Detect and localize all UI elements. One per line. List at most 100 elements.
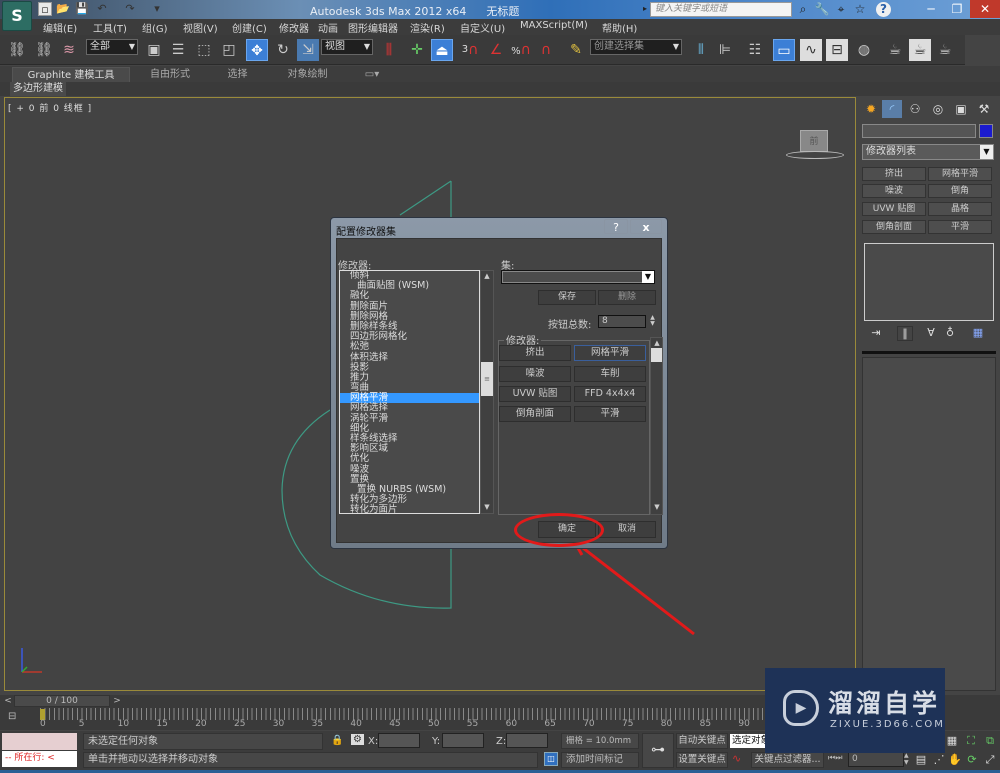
save-icon[interactable]: 💾 xyxy=(75,2,89,16)
object-name-input[interactable] xyxy=(862,124,976,138)
set-key-icon[interactable]: ⊶ xyxy=(642,733,674,768)
save-set-button[interactable]: 保存 xyxy=(538,290,596,305)
cp-uvw-map-button[interactable]: UVW 贴图 xyxy=(862,202,926,216)
current-frame-spinner[interactable]: ▲ ▼ xyxy=(904,752,912,767)
spinner-snap-icon[interactable]: ∩ xyxy=(535,39,557,61)
menu-rendering[interactable]: 渲染(R) xyxy=(410,20,445,35)
z-coordinate-input[interactable] xyxy=(506,733,548,748)
zoom-all-icon[interactable]: ▦ xyxy=(945,734,959,748)
percent-snap-icon[interactable]: %∩ xyxy=(510,39,532,61)
dialog-close-button[interactable]: x xyxy=(630,219,662,234)
sets-combobox[interactable]: ▼ xyxy=(501,270,655,284)
tab-freeform[interactable]: 自由形式 xyxy=(140,67,200,83)
make-unique-icon[interactable]: ∀ xyxy=(923,326,939,339)
help-icon[interactable]: ? xyxy=(876,2,891,17)
add-time-tag-button[interactable]: 添加时间标记 xyxy=(561,752,639,768)
mod-lathe-button[interactable]: 车削 xyxy=(574,366,646,382)
search-input[interactable]: 键入关键字或短语 xyxy=(650,2,792,17)
undo-icon[interactable]: ↶ xyxy=(95,2,109,16)
select-object-icon[interactable]: ▣ xyxy=(143,39,165,61)
utilities-tab-icon[interactable]: ⚒ xyxy=(974,100,994,118)
select-by-name-icon[interactable]: ☰ xyxy=(167,39,189,61)
modifier-stack[interactable] xyxy=(864,243,994,321)
minimize-button[interactable]: ─ xyxy=(918,0,944,18)
zoom-extents-all-selected-icon[interactable]: ⧉ xyxy=(983,734,997,748)
curve-editor-icon[interactable]: ∿ xyxy=(800,39,822,61)
lock-selection-icon[interactable]: 🔒 xyxy=(331,735,343,746)
scroll-down-icon[interactable]: ▼ xyxy=(481,503,493,511)
delete-set-button[interactable]: 删除 xyxy=(598,290,656,305)
time-slider-prev[interactable]: < xyxy=(2,695,14,707)
keyboard-shortcut-override-icon[interactable]: ⏏ xyxy=(431,39,453,61)
display-tab-icon[interactable]: ▣ xyxy=(951,100,971,118)
configure-modifier-sets-icon[interactable]: ▦ xyxy=(970,326,986,339)
cp-smooth-button[interactable]: 平滑 xyxy=(928,220,992,234)
maximize-button[interactable]: ❐ xyxy=(944,0,970,18)
tab-object-paint[interactable]: 对象绘制 xyxy=(280,67,335,83)
mod-uvw-map-button[interactable]: UVW 贴图 xyxy=(499,386,571,402)
menu-views[interactable]: 视图(V) xyxy=(183,20,218,35)
menu-graph-editors[interactable]: 图形编辑器 xyxy=(348,20,398,35)
dialog-help-button[interactable]: ? xyxy=(604,219,628,234)
scroll-up-icon[interactable]: ▲ xyxy=(481,272,493,280)
current-frame-input[interactable]: 0 xyxy=(848,752,904,767)
mod-extrude-button[interactable]: 挤出 xyxy=(499,345,571,361)
mirror-icon[interactable]: ⫴ xyxy=(690,39,712,61)
open-file-icon[interactable]: 📂 xyxy=(56,2,70,16)
menu-customize[interactable]: 自定义(U) xyxy=(460,20,505,35)
modifier-group-scrollbar[interactable] xyxy=(650,337,663,515)
mod-ffd-button[interactable]: FFD 4x4x4 xyxy=(574,386,646,402)
rendered-frame-window-icon[interactable]: ☕ xyxy=(909,39,931,61)
set-key-button[interactable]: 设置关键点 xyxy=(676,752,728,768)
align-icon[interactable]: ⊫ xyxy=(714,39,736,61)
object-color-swatch[interactable] xyxy=(979,124,993,138)
unlink-icon[interactable]: ⛓ xyxy=(33,39,55,61)
mod-bevel-profile-button[interactable]: 倒角剖面 xyxy=(499,406,571,422)
modifier-list-dropdown[interactable]: 修改器列表 ▼ xyxy=(862,144,994,160)
orbit-icon[interactable]: ⟳ xyxy=(965,753,979,767)
mini-curve-editor-icon[interactable]: ⊟ xyxy=(8,711,26,725)
menu-edit[interactable]: 编辑(E) xyxy=(43,20,77,35)
search-expand-icon[interactable]: ▸ xyxy=(643,4,647,13)
close-button[interactable]: ✕ xyxy=(970,0,1000,18)
key-mode-toggle-icon[interactable]: ⏮⏭ xyxy=(828,753,844,767)
menu-animation[interactable]: 动画 xyxy=(318,20,338,35)
cp-bevel-profile-button[interactable]: 倒角剖面 xyxy=(862,220,926,234)
tab-polygon-modeling[interactable]: 多边形建模 xyxy=(10,82,66,96)
render-production-icon[interactable]: ☕ xyxy=(934,39,956,61)
select-and-rotate-icon[interactable]: ↻ xyxy=(272,39,294,61)
graphite-toggle-icon[interactable]: ▭ xyxy=(773,39,795,61)
window-crossing-icon[interactable]: ◰ xyxy=(218,39,240,61)
tab-graphite-modeling[interactable]: Graphite 建模工具 xyxy=(12,67,130,83)
maxscript-listener[interactable] xyxy=(2,733,77,750)
mod-smooth-button[interactable]: 平滑 xyxy=(574,406,646,422)
menu-help[interactable]: 帮助(H) xyxy=(602,20,637,35)
schematic-view-icon[interactable]: ⊟ xyxy=(826,39,848,61)
edit-named-selection-icon[interactable]: ✎ xyxy=(565,39,587,61)
listbox-scroll-thumb[interactable]: ≡ xyxy=(481,362,493,396)
key-selection-dropdown[interactable]: 选定对象 xyxy=(730,734,770,748)
mod-meshsmooth-button[interactable]: 网格平滑 xyxy=(574,345,646,361)
scroll-down-icon[interactable]: ▼ xyxy=(651,503,663,511)
key-filters-button[interactable]: 关键点过滤器... xyxy=(751,752,824,768)
pivot-center-icon[interactable]: ⫼ xyxy=(378,39,400,61)
menu-maxscript[interactable]: MAXScript(M) xyxy=(520,20,588,31)
modifier-list-item[interactable]: 转化为面片 xyxy=(340,505,479,513)
viewport-label[interactable]: [ + 0 前 0 线框 ] xyxy=(8,101,92,114)
pan-hand-icon[interactable]: ✋ xyxy=(948,753,962,767)
button-count-input[interactable]: 8 xyxy=(598,315,646,328)
menu-create[interactable]: 创建(C) xyxy=(232,20,267,35)
app-menu-button[interactable]: S xyxy=(2,1,32,31)
modifier-list-item[interactable]: 松弛 xyxy=(340,342,479,352)
motion-tab-icon[interactable]: ◎ xyxy=(928,100,948,118)
time-slider-thumb[interactable]: 0 / 100 xyxy=(14,695,110,707)
menu-modifiers[interactable]: 修改器 xyxy=(279,20,309,35)
snaps-toggle-icon[interactable]: 3∩ xyxy=(459,39,481,61)
time-configuration-icon[interactable]: ▤ xyxy=(914,753,928,767)
time-tag-icon[interactable]: ◫ xyxy=(544,752,558,766)
tab-selection[interactable]: 选择 xyxy=(215,67,260,83)
select-and-scale-icon[interactable]: ⇲ xyxy=(297,39,319,61)
bind-space-warp-icon[interactable]: ≋ xyxy=(58,39,80,61)
reference-coordinate-dropdown[interactable]: 视图 ▼ xyxy=(321,39,373,55)
named-selection-dropdown[interactable]: 创建选择集 ▼ xyxy=(590,39,682,55)
